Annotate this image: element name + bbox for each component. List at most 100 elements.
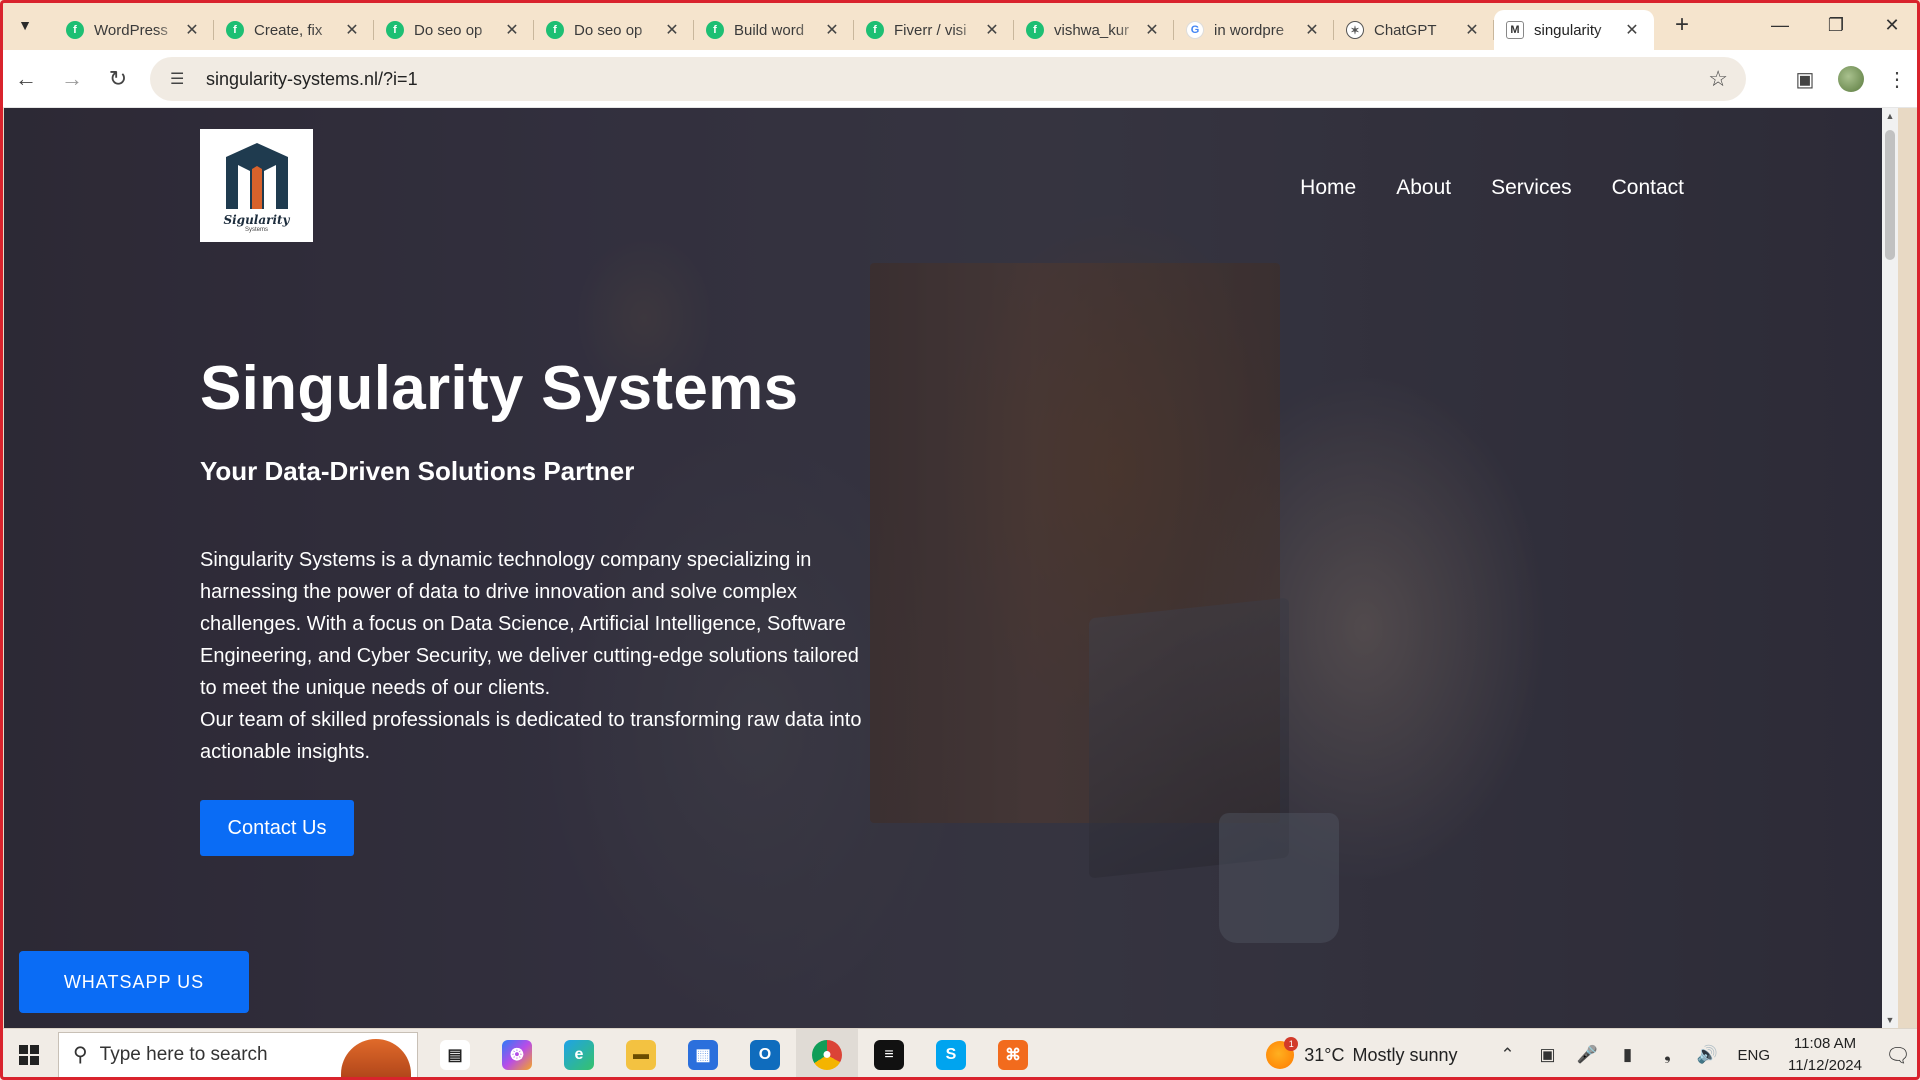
taskbar-search[interactable]: ⚲ Type here to search <box>58 1031 418 1078</box>
volume-icon[interactable]: 🔊 <box>1688 1029 1728 1080</box>
battery-icon[interactable]: ▮ <box>1608 1029 1648 1080</box>
wifi-icon[interactable]: ❟ <box>1648 1029 1688 1080</box>
taskbar-xampp[interactable]: ⌘ <box>982 1029 1044 1080</box>
tab-search-chevron-icon[interactable]: ▼ <box>10 10 40 40</box>
scroll-down-icon[interactable]: ▼ <box>1882 1012 1898 1028</box>
tab-title: in wordpre <box>1214 21 1285 39</box>
fiverr-favicon-icon: f <box>1026 21 1044 39</box>
windows-taskbar: ⚲ Type here to search ▤ ❂ e ▬ ▦ O ● ≡ S ⌘ 1 31°C … <box>0 1028 1920 1080</box>
tab-title: Do seo op <box>574 21 643 39</box>
browser-tab[interactable]: f WordPress ✕ <box>54 10 214 50</box>
new-tab-plus-icon[interactable]: + <box>1664 7 1700 43</box>
web-page: Sigularity Systems Home About Services C… <box>4 108 1898 1028</box>
search-highlight-art <box>341 1038 411 1077</box>
skype-icon: S <box>936 1039 966 1070</box>
menu-kebab-icon[interactable]: ⋮ <box>1874 56 1920 102</box>
tab-close-icon[interactable]: ✕ <box>982 20 1002 40</box>
microphone-icon[interactable]: 🎤 <box>1568 1029 1608 1080</box>
windows-logo-icon <box>19 1044 39 1065</box>
fiverr-favicon-icon: f <box>386 21 404 39</box>
extensions-puzzle-icon[interactable]: ▣ <box>1782 56 1828 102</box>
input-language[interactable]: ENG <box>1738 1047 1771 1064</box>
tab-close-icon[interactable]: ✕ <box>1302 20 1322 40</box>
start-button[interactable] <box>0 1029 58 1080</box>
taskbar-capcut[interactable]: ≡ <box>858 1029 920 1080</box>
browser-tab[interactable]: f vishwa_kur ✕ <box>1014 10 1174 50</box>
xampp-icon: ⌘ <box>998 1039 1028 1070</box>
nav-contact[interactable]: Contact <box>1612 176 1684 200</box>
show-hidden-icons-chevron-icon[interactable]: ⌃ <box>1488 1029 1528 1080</box>
close-window-icon[interactable]: ✕ <box>1864 0 1920 50</box>
file-explorer-icon: ▬ <box>626 1039 656 1070</box>
browser-tab[interactable]: Msingularity ✕ <box>1494 10 1654 50</box>
browser-toolbar: ← → ↻ ☰ singularity-systems.nl/?i=1 ☆ ▣ … <box>0 50 1920 108</box>
site-logo[interactable]: Sigularity Systems <box>200 129 313 242</box>
taskbar-skype[interactable]: S <box>920 1029 982 1080</box>
tab-close-icon[interactable]: ✕ <box>1622 20 1642 40</box>
nav-services[interactable]: Services <box>1491 176 1572 200</box>
meet-camera-icon[interactable]: ▣ <box>1528 1029 1568 1080</box>
tab-list: f WordPress ✕ f Create, fix ✕ f Do seo op ✕ f Do s… <box>54 0 1654 50</box>
tab-close-icon[interactable]: ✕ <box>502 20 522 40</box>
taskbar-outlook[interactable]: O <box>734 1029 796 1080</box>
window-controls: — ❐ ✕ <box>1752 0 1920 50</box>
site-settings-icon[interactable]: ☰ <box>170 69 192 89</box>
taskbar-file-explorer[interactable]: ▬ <box>610 1029 672 1080</box>
hero-description: Singularity Systems is a dynamic technol… <box>200 544 880 768</box>
minimize-icon[interactable]: — <box>1752 0 1808 50</box>
nav-home[interactable]: Home <box>1300 176 1356 200</box>
weather-condition[interactable]: Mostly sunny <box>1352 1045 1457 1066</box>
profile-avatar[interactable] <box>1828 56 1874 102</box>
scroll-thumb[interactable] <box>1885 130 1895 260</box>
restore-icon[interactable]: ❐ <box>1808 0 1864 50</box>
taskbar-edge[interactable]: e <box>548 1029 610 1080</box>
browser-tab[interactable]: f Fiverr / visi ✕ <box>854 10 1014 50</box>
tab-title: Build word <box>734 21 805 39</box>
url-text[interactable]: singularity-systems.nl/?i=1 <box>206 69 418 90</box>
weather-badge: 1 <box>1284 1037 1299 1051</box>
taskbar-copilot[interactable]: ❂ <box>486 1029 548 1080</box>
whatsapp-us-button[interactable]: WHATSAPP US <box>19 951 249 1013</box>
page-scrollbar[interactable]: ▲ ▼ <box>1882 108 1898 1028</box>
back-arrow-icon[interactable]: ← <box>6 59 46 99</box>
browser-tab[interactable]: f Do seo op ✕ <box>534 10 694 50</box>
tab-close-icon[interactable]: ✕ <box>662 20 682 40</box>
fiverr-favicon-icon: f <box>866 21 884 39</box>
scroll-up-icon[interactable]: ▲ <box>1882 108 1898 124</box>
site-navigation: Home About Services Contact <box>1300 176 1684 200</box>
tab-close-icon[interactable]: ✕ <box>1462 20 1482 40</box>
tab-close-icon[interactable]: ✕ <box>182 20 202 40</box>
tab-strip: ▼ f WordPress ✕ f Create, fix ✕ f Do seo op ✕ f Do… <box>0 0 1920 50</box>
tab-title: singularity <box>1534 21 1602 39</box>
microsoft-store-icon: ▦ <box>688 1039 718 1070</box>
taskbar-microsoft-store[interactable]: ▦ <box>672 1029 734 1080</box>
browser-tab[interactable]: f Create, fix ✕ <box>214 10 374 50</box>
weather-sun-icon[interactable]: 1 <box>1266 1037 1299 1069</box>
browser-tab[interactable]: ✶ ChatGPT ✕ <box>1334 10 1494 50</box>
clock-time: 11:08 AM <box>1793 1035 1857 1052</box>
logo-wordmark: Sigularity <box>223 212 290 227</box>
clock-date: 11/12/2024 <box>1788 1057 1862 1074</box>
tab-close-icon[interactable]: ✕ <box>822 20 842 40</box>
clock[interactable]: 11:08 AM 11/12/2024 <box>1788 1033 1862 1077</box>
taskbar-chrome[interactable]: ● <box>796 1028 858 1080</box>
tab-title: ChatGPT <box>1374 21 1437 39</box>
contact-us-button[interactable]: Contact Us <box>200 800 354 856</box>
weather-temperature[interactable]: 31°C <box>1304 1045 1344 1066</box>
taskbar-task-view[interactable]: ▤ <box>424 1029 486 1080</box>
fiverr-favicon-icon: f <box>66 21 84 39</box>
bookmark-star-icon[interactable]: ☆ <box>1708 66 1728 92</box>
browser-tab[interactable]: f Do seo op ✕ <box>374 10 534 50</box>
tab-close-icon[interactable]: ✕ <box>342 20 362 40</box>
address-bar[interactable]: ☰ singularity-systems.nl/?i=1 ☆ <box>150 57 1746 101</box>
reload-icon[interactable]: ↻ <box>98 59 138 99</box>
notifications-icon[interactable]: 🗨 <box>1876 1029 1920 1080</box>
forward-arrow-icon[interactable]: → <box>52 59 92 99</box>
hero-subtitle: Your Data-Driven Solutions Partner <box>200 456 635 486</box>
copilot-icon: ❂ <box>502 1039 532 1070</box>
tab-close-icon[interactable]: ✕ <box>1142 20 1162 40</box>
system-tray: 1 31°C Mostly sunny ⌃ ▣ 🎤 ▮ ❟ 🔊 ENG 11:0… <box>1266 1029 1920 1080</box>
nav-about[interactable]: About <box>1396 176 1451 200</box>
browser-tab[interactable]: Gin wordpre ✕ <box>1174 10 1334 50</box>
browser-tab[interactable]: f Build word ✕ <box>694 10 854 50</box>
